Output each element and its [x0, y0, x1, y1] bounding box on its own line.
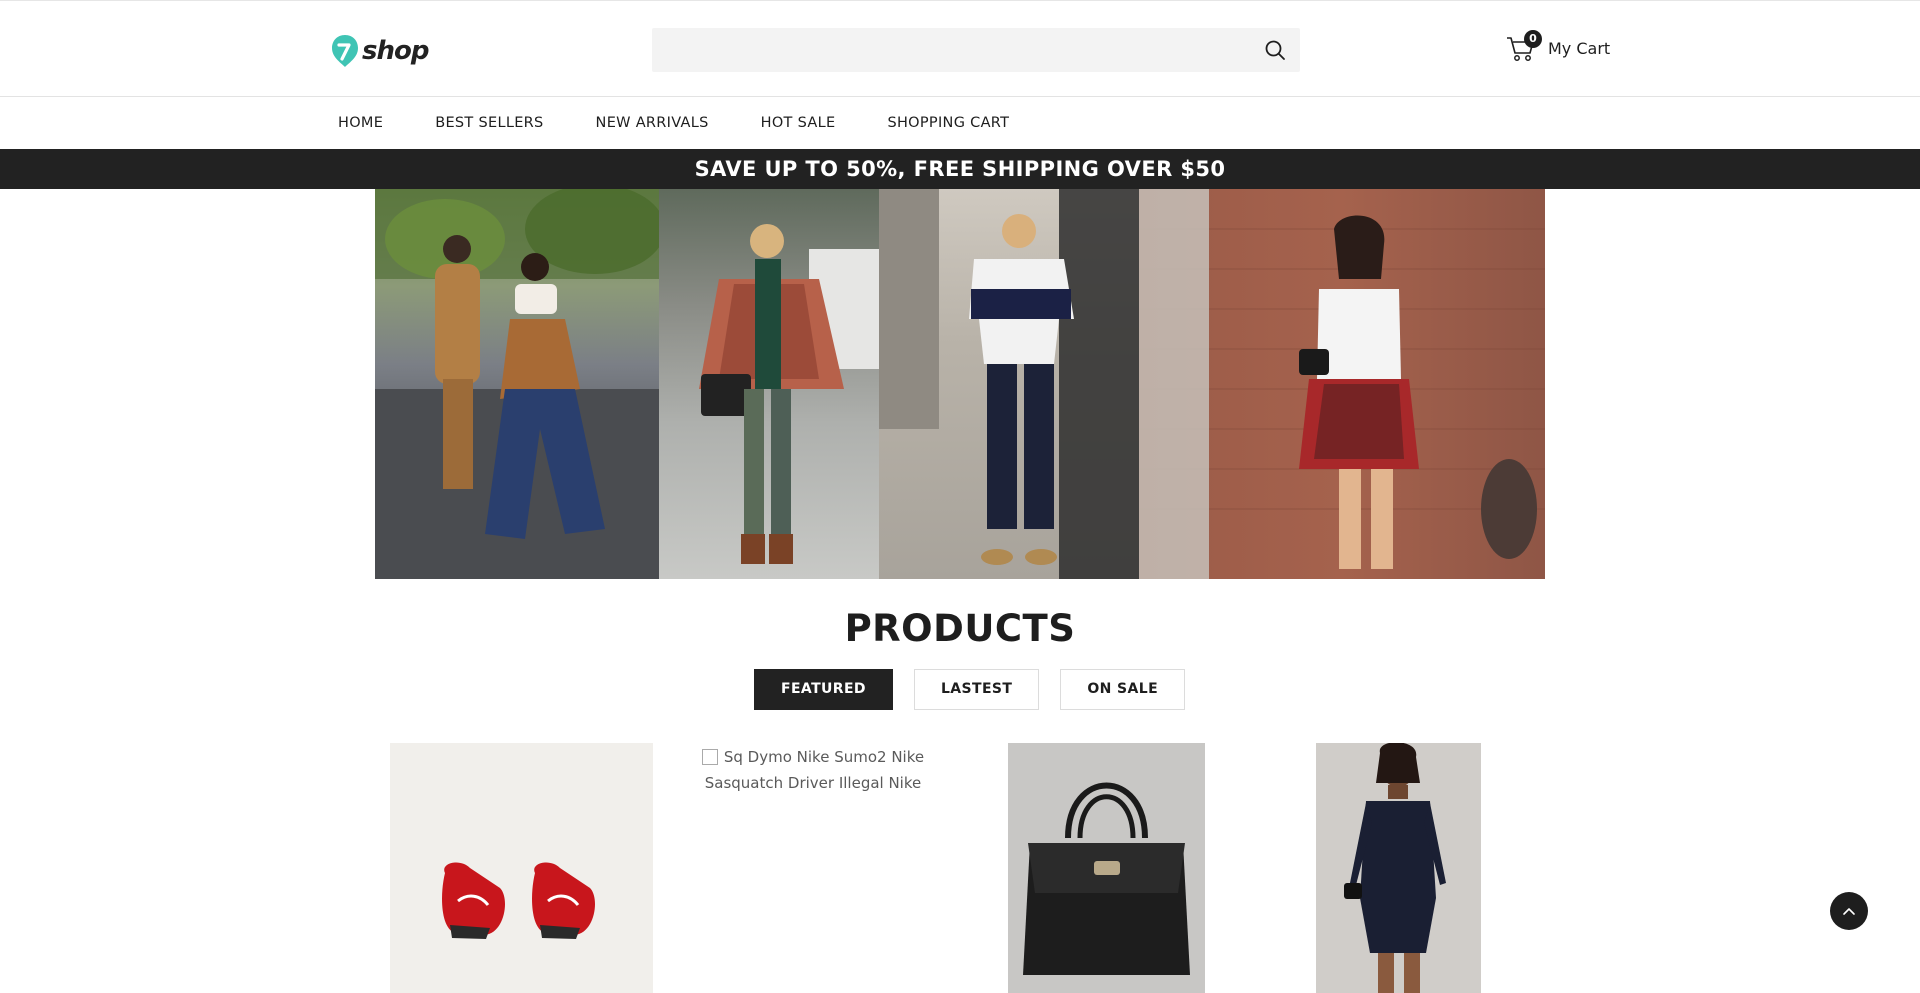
product-tabs: FEATURED LASTEST ON SALE	[754, 669, 1186, 710]
promo-banner: SAVE UP TO 50%, FREE SHIPPING OVER $50	[0, 149, 1920, 189]
back-to-top-button[interactable]	[1830, 892, 1868, 930]
banner-brick-illustration	[1139, 189, 1545, 579]
cart-count-badge: 0	[1524, 30, 1542, 48]
missing-image-alt: Sq Dymo Nike Sumo2 Nike Sasquatch Driver…	[704, 748, 925, 792]
product-card-dress[interactable]	[1316, 743, 1481, 993]
nav-list: HOME BEST SELLERS NEW ARRIVALS HOT SALE …	[338, 97, 1009, 149]
products-title: PRODUCTS	[844, 607, 1076, 650]
tab-on-sale[interactable]: ON SALE	[1060, 669, 1186, 710]
product-image-black-dress	[1316, 743, 1481, 993]
hero-banner[interactable]	[375, 189, 1545, 579]
banner-panel-brick	[1139, 189, 1545, 579]
search-input[interactable]	[652, 28, 1300, 72]
product-image-black-handbag	[1008, 743, 1205, 993]
chevron-up-icon	[1843, 908, 1855, 915]
banner-figures-illustration	[375, 189, 659, 579]
broken-image-icon	[701, 749, 718, 765]
site-logo[interactable]: shop	[330, 33, 429, 69]
site-header: shop 0 My Cart	[0, 0, 1920, 97]
banner-panel-poncho	[659, 189, 879, 579]
nav-item-shopping-cart[interactable]: SHOPPING CART	[887, 115, 1009, 131]
banner-panel-street	[375, 189, 659, 579]
nav-item-home[interactable]: HOME	[338, 115, 383, 131]
product-card-missing-image[interactable]: Sq Dymo Nike Sumo2 Nike Sasquatch Driver…	[683, 744, 943, 796]
cart-icon-wrap: 0	[1506, 30, 1542, 63]
banner-panel-striped	[879, 189, 1139, 579]
search-icon[interactable]	[1264, 39, 1286, 61]
tab-lastest[interactable]: LASTEST	[913, 669, 1040, 710]
product-image-red-sneakers	[390, 743, 653, 993]
product-card-handbag[interactable]	[1008, 743, 1205, 993]
banner-striped-illustration	[879, 189, 1139, 579]
cart-button[interactable]: 0 My Cart	[1506, 30, 1610, 66]
nav-item-hot-sale[interactable]: HOT SALE	[761, 115, 836, 131]
product-card-sneakers[interactable]	[390, 743, 653, 993]
nav-item-best-sellers[interactable]: BEST SELLERS	[435, 115, 543, 131]
logo-text: shop	[362, 36, 429, 66]
cart-label: My Cart	[1548, 38, 1611, 58]
banner-poncho-illustration	[699, 224, 879, 564]
logo-mark-icon	[332, 35, 358, 67]
tab-featured[interactable]: FEATURED	[754, 669, 893, 710]
nav-item-new-arrivals[interactable]: NEW ARRIVALS	[596, 115, 709, 131]
search-bar	[652, 28, 1300, 72]
main-nav: HOME BEST SELLERS NEW ARRIVALS HOT SALE …	[0, 97, 1920, 149]
